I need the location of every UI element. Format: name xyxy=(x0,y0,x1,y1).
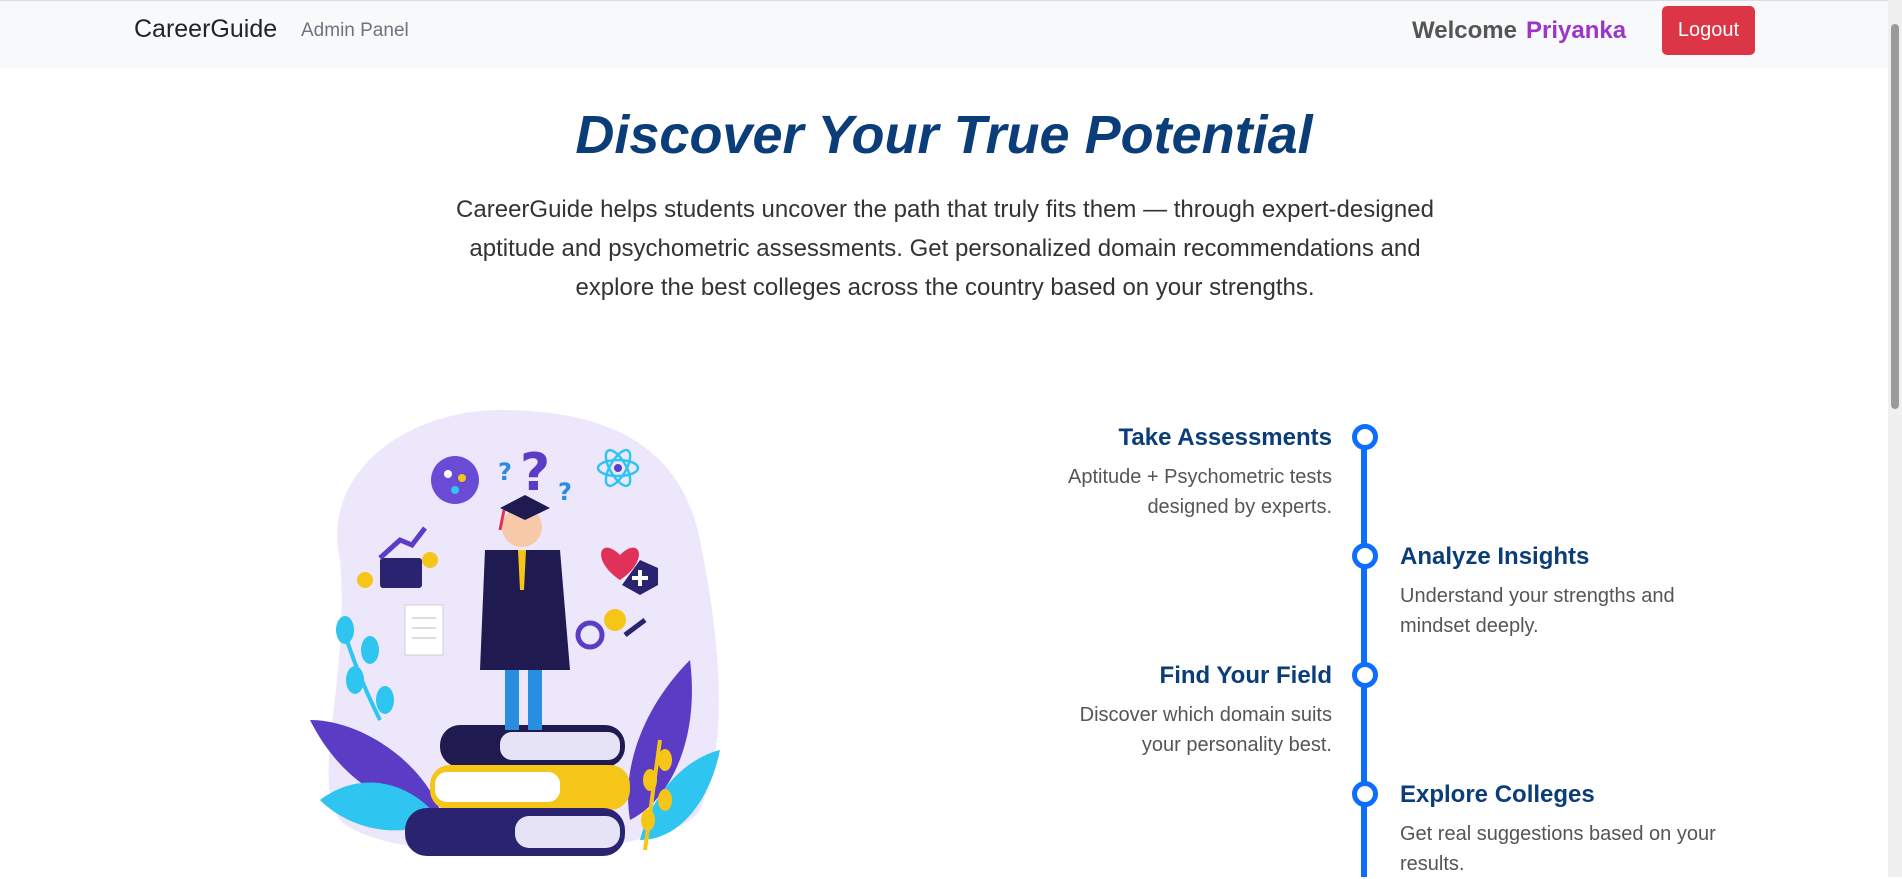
timeline-desc-take-assessments: Aptitude + Psychometric tests designed b… xyxy=(1067,466,1332,518)
student-illustration: ? ? ? xyxy=(310,410,720,856)
timeline-title-analyze-insights: Analyze Insights xyxy=(1400,543,1590,570)
timeline-dot-4 xyxy=(1352,781,1378,807)
timeline-dot-3 xyxy=(1352,662,1378,688)
timeline-desc-analyze-insights: Understand your strengths and mindset de… xyxy=(1400,585,1675,637)
timeline-title-find-your-field: Find Your Field xyxy=(1159,662,1332,689)
timeline-dot-2 xyxy=(1352,543,1378,569)
logout-button[interactable]: Logout xyxy=(1662,6,1755,55)
timeline-title-take-assessments: Take Assessments xyxy=(1118,424,1332,451)
brand-link[interactable]: CareerGuide xyxy=(134,15,277,44)
timeline-dot-1 xyxy=(1352,424,1378,450)
svg-text:?: ? xyxy=(520,443,550,503)
username-text: Priyanka xyxy=(1526,17,1627,44)
scrollbar-thumb[interactable] xyxy=(1891,24,1899,409)
timeline-desc-explore-colleges: Get real suggestions based on your resul… xyxy=(1400,823,1716,875)
navbar: CareerGuide Admin Panel Welcome Priyanka… xyxy=(0,0,1888,68)
hero-title: Discover Your True Potential xyxy=(575,105,1313,165)
svg-text:?: ? xyxy=(558,478,572,506)
timeline-desc-find-your-field: Discover which domain suits your persona… xyxy=(1079,704,1332,756)
admin-panel-link[interactable]: Admin Panel xyxy=(301,20,409,42)
timeline-line xyxy=(1361,433,1367,877)
hero-description: CareerGuide helps students uncover the p… xyxy=(456,196,1434,301)
welcome-text: Welcome xyxy=(1412,17,1517,44)
svg-text:?: ? xyxy=(498,458,512,486)
page-scrollbar[interactable] xyxy=(1888,0,1902,877)
timeline-title-explore-colleges: Explore Colleges xyxy=(1400,781,1595,808)
